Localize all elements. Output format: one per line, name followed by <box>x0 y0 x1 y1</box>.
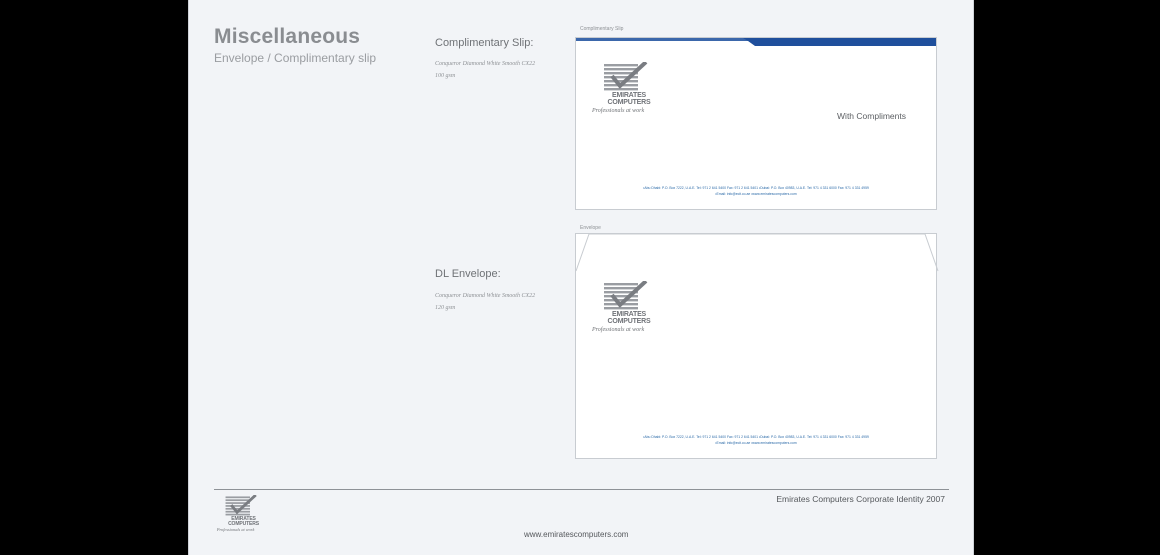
footer-website-link[interactable]: www.emiratescomputers.com <box>524 530 628 539</box>
logo-text-computers: COMPUTERS <box>607 318 651 325</box>
footer-divider <box>214 489 949 490</box>
envelope-logo: EMIRATES COMPUTERS Professionals at work <box>588 281 668 333</box>
complimentary-slip-caption: Complimentary Slip <box>580 26 624 32</box>
logo-tagline: Professionals at work <box>216 528 255 533</box>
dl-envelope-weight: 120 gsm <box>435 305 456 311</box>
dl-envelope-caption: Envelope <box>580 225 601 231</box>
slip-logo: EMIRATES COMPUTERS Professionals at work <box>588 62 668 114</box>
dl-envelope-mockup: EMIRATES COMPUTERS Professionals at work… <box>575 233 939 459</box>
slip-address-line2: •Email: info@ecit.co.ae •www.emiratescom… <box>715 192 797 196</box>
logo-text-computers: COMPUTERS <box>607 99 651 106</box>
complimentary-slip-weight: 100 gsm <box>435 73 456 79</box>
dl-envelope-spec: Conqueror Diamond White Smooth CX22 120 … <box>435 290 535 314</box>
envelope-address-line2: •Email: info@ecit.co.ae •www.emiratescom… <box>715 441 797 445</box>
logo-text-emirates: EMIRATES <box>611 311 647 318</box>
envelope-flap <box>575 233 939 272</box>
page-title: Miscellaneous <box>214 25 361 48</box>
with-compliments-text: With Compliments <box>837 111 906 121</box>
complimentary-slip-spec: Conqueror Diamond White Smooth CX22 100 … <box>435 58 535 82</box>
identity-page: Miscellaneous Envelope / Complimentary s… <box>188 0 974 555</box>
complimentary-slip-label: Complimentary Slip: <box>435 37 534 49</box>
footer-identity: Emirates Computers Corporate Identity 20… <box>776 494 945 504</box>
checkmark-stripes-icon <box>604 281 648 310</box>
complimentary-slip-paper: Conqueror Diamond White Smooth CX22 <box>435 61 536 67</box>
logo-tagline: Professionals at work <box>592 327 645 333</box>
slip-accent-bar <box>576 38 936 46</box>
footer-logo: EMIRATES COMPUTERS Professionals at work <box>214 495 272 532</box>
complimentary-slip-mockup: EMIRATES COMPUTERS Professionals at work… <box>575 37 937 210</box>
checkmark-stripes-icon <box>604 62 648 91</box>
logo-tagline: Professionals at work <box>592 108 645 114</box>
page-subtitle: Envelope / Complimentary slip <box>214 51 377 65</box>
logo-text-computers: COMPUTERS <box>228 521 259 527</box>
dl-envelope-paper: Conqueror Diamond White Smooth CX22 <box>435 293 536 299</box>
envelope-address: •Abu Dhabi: P.O. Box 7222, U.A.E. Tel: 9… <box>576 434 936 446</box>
logo-text-emirates: EMIRATES <box>611 92 647 99</box>
dl-envelope-label: DL Envelope: <box>435 268 501 280</box>
checkmark-stripes-icon <box>225 495 257 516</box>
slip-address: •Abu Dhabi: P.O. Box 7222, U.A.E. Tel: 9… <box>576 185 936 197</box>
